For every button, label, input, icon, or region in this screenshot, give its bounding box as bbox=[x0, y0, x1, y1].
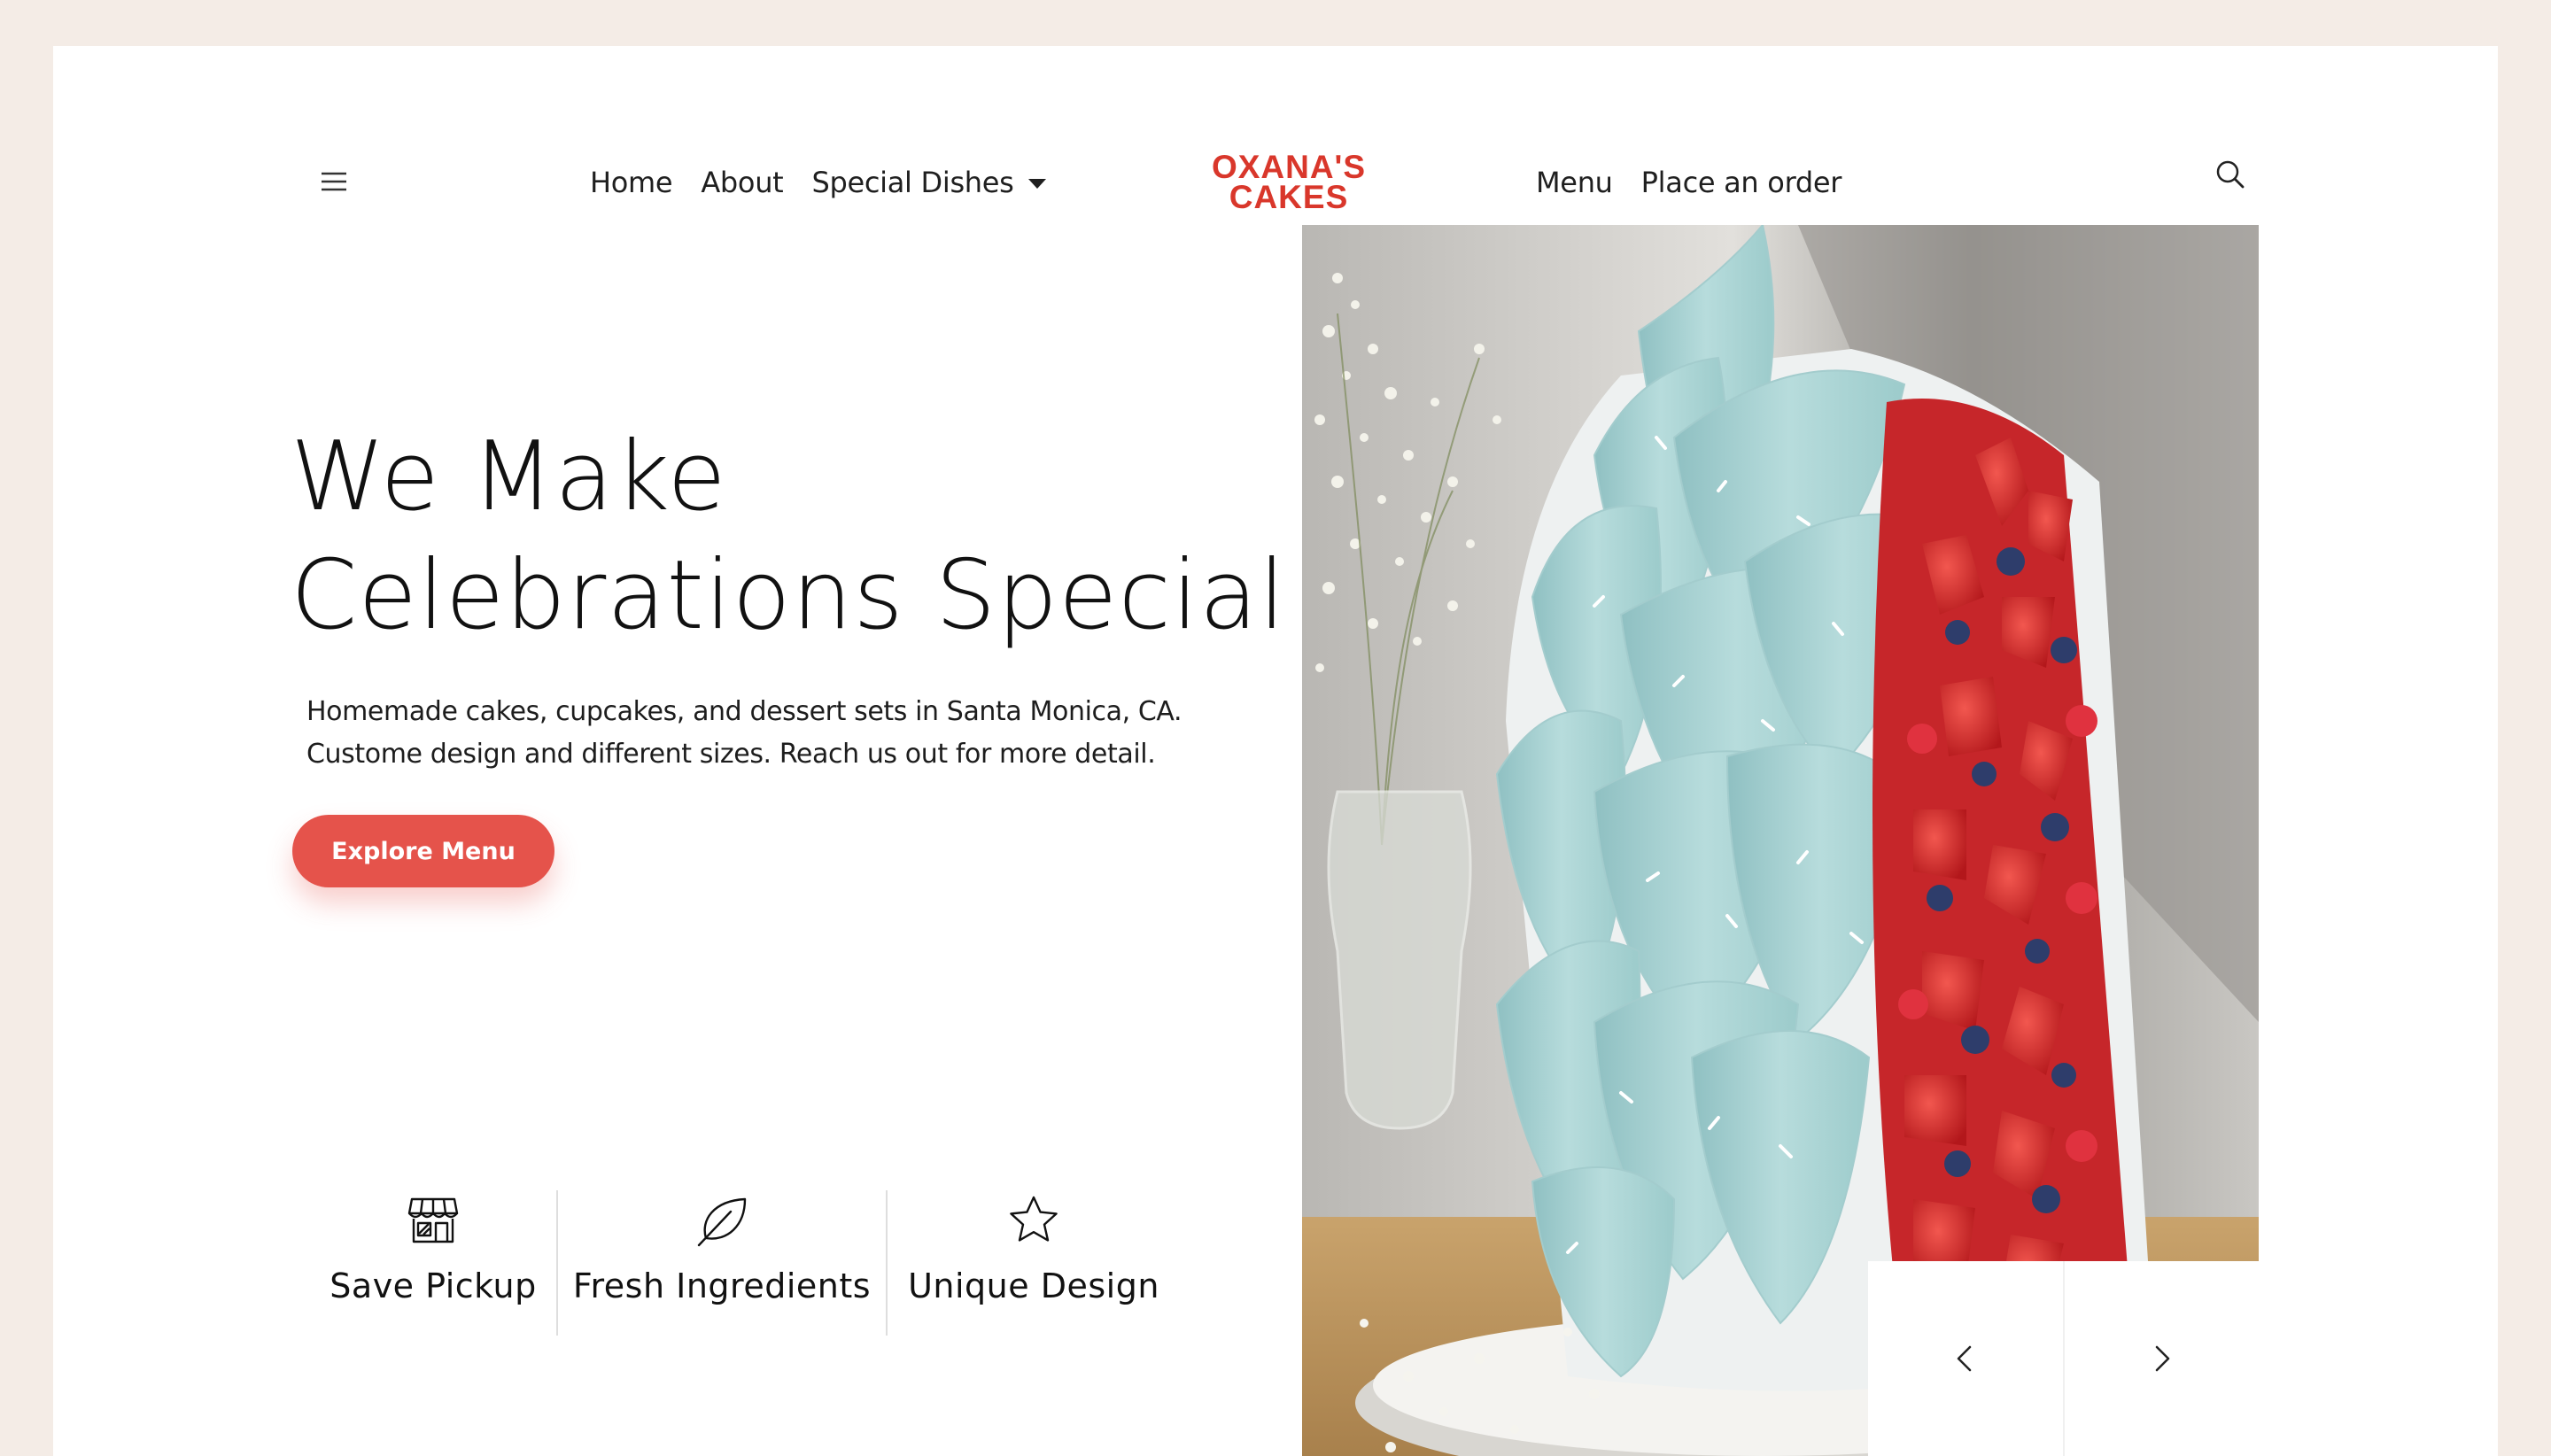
chevron-left-icon[interactable] bbox=[1868, 1261, 2063, 1456]
search-icon[interactable] bbox=[2209, 154, 2252, 197]
brand-line-2: CAKES bbox=[1229, 179, 1349, 215]
feature-fresh-ingredients: Fresh Ingredients bbox=[558, 1144, 886, 1336]
primary-nav-right: Menu Place an order bbox=[1536, 161, 1842, 204]
primary-nav-left: Home About Special Dishes bbox=[590, 161, 1046, 204]
hero-title: We Make Celebrations Special bbox=[291, 418, 1286, 655]
hero-title-line-2: Celebrations Special bbox=[291, 540, 1287, 651]
chevron-right-icon[interactable] bbox=[2065, 1261, 2260, 1456]
features-row: Save Pickup Fresh Ingredients Unique Des… bbox=[310, 1144, 1180, 1336]
hero-subtitle-line-1: Homemade cakes, cupcakes, and dessert se… bbox=[306, 696, 1182, 727]
feature-label: Unique Design bbox=[908, 1266, 1159, 1305]
hamburger-icon[interactable] bbox=[310, 168, 358, 197]
nav-place-order[interactable]: Place an order bbox=[1641, 161, 1842, 204]
brand-logo[interactable]: OXANA'S CAKES bbox=[1182, 149, 1395, 215]
storefront-icon bbox=[407, 1194, 460, 1247]
feature-label: Save Pickup bbox=[330, 1266, 537, 1305]
explore-menu-button[interactable]: Explore Menu bbox=[292, 815, 554, 887]
nav-special-dishes[interactable]: Special Dishes bbox=[811, 161, 1013, 204]
hero-title-line-1: We Make bbox=[291, 422, 727, 532]
brand-line-1: OXANA'S bbox=[1211, 149, 1367, 185]
carousel-controls bbox=[1868, 1261, 2259, 1456]
nav-about[interactable]: About bbox=[701, 161, 783, 204]
hero-subtitle: Homemade cakes, cupcakes, and dessert se… bbox=[306, 691, 1281, 776]
page-frame: Home About Special Dishes OXANA'S CAKES … bbox=[53, 46, 2498, 1456]
caret-down-icon[interactable] bbox=[1027, 178, 1046, 189]
nav-special-dishes-dropdown[interactable]: Special Dishes bbox=[811, 161, 1046, 204]
nav-home[interactable]: Home bbox=[590, 161, 673, 204]
leaf-icon bbox=[695, 1194, 748, 1247]
hero-subtitle-line-2: Custome design and different sizes. Reac… bbox=[306, 739, 1156, 770]
star-icon bbox=[1007, 1194, 1060, 1247]
feature-label: Fresh Ingredients bbox=[572, 1266, 872, 1305]
feature-save-pickup: Save Pickup bbox=[310, 1144, 556, 1336]
nav-menu[interactable]: Menu bbox=[1536, 161, 1613, 204]
feature-unique-design: Unique Design bbox=[888, 1144, 1180, 1336]
